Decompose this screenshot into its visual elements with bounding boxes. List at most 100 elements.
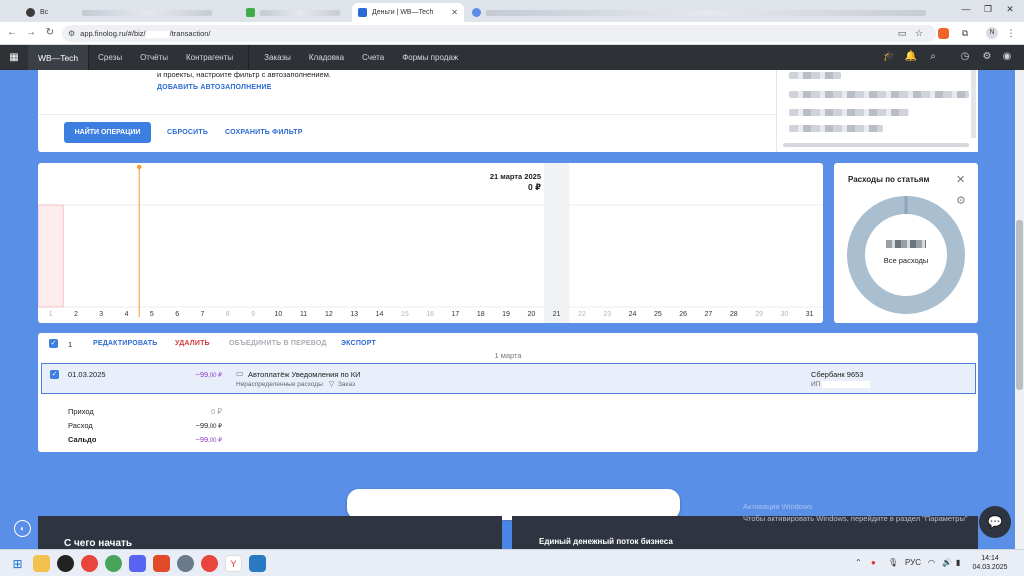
delete-button[interactable]: УДАЛИТЬ — [175, 340, 210, 347]
chart-tick-label: 23 — [603, 311, 612, 318]
chart-tick-label: 11 — [300, 311, 308, 318]
discord-icon[interactable] — [129, 555, 146, 572]
volume-icon[interactable]: 🔊 — [942, 558, 952, 567]
blurred-option — [789, 72, 841, 79]
nav-item-accounts[interactable]: Счета — [353, 53, 393, 62]
row-counterparty: ИП — [811, 381, 871, 388]
address-bar[interactable]: ⚙ app.finolog.ru/#/biz//transaction/ — [62, 25, 936, 42]
site-info-icon[interactable]: ⚙ — [68, 29, 75, 38]
chart-tick-label: 25 — [653, 311, 662, 318]
reset-filter-button[interactable]: СБРОСИТЬ — [167, 129, 208, 136]
app-icon[interactable] — [57, 555, 74, 572]
account-icon[interactable]: ◉ — [1000, 51, 1014, 62]
reload-icon[interactable]: ↻ — [43, 27, 57, 38]
url-text: app.finolog.ru/#/biz//transaction/ — [80, 29, 211, 38]
battery-icon[interactable]: ▮ — [956, 558, 960, 567]
chart-tick-label: 24 — [628, 311, 637, 318]
chart-tick-label: 17 — [451, 311, 460, 318]
dropdown-vertical-scrollbar[interactable] — [971, 70, 976, 138]
app-icon[interactable] — [153, 555, 170, 572]
app-icon[interactable] — [105, 555, 122, 572]
browser-tab[interactable] — [466, 3, 936, 22]
app-icon[interactable] — [177, 555, 194, 572]
taskbar-clock[interactable]: 14:14 04.03.2025 — [970, 554, 1010, 572]
browser-tab[interactable]: Вс — [20, 3, 74, 22]
minimize-icon[interactable]: — — [956, 4, 976, 14]
nav-item-counterparties[interactable]: Контрагенты — [177, 53, 242, 62]
tag-icon: ▽ — [329, 381, 335, 388]
table-row[interactable]: ✓ 01.03.2025 −99,00 ₽ ▭ Автоплатёж Уведо… — [41, 363, 976, 394]
chrome-icon[interactable] — [81, 555, 98, 572]
close-window-icon[interactable]: ✕ — [1000, 4, 1020, 15]
windows-activation-title: Активация Windows — [743, 502, 813, 511]
help-widget-icon[interactable]: ◐ — [14, 520, 31, 537]
education-cap-icon[interactable]: 🎓 — [882, 51, 896, 62]
browser-tab[interactable] — [240, 3, 350, 22]
nav-item-reports[interactable]: Отчёты — [131, 53, 177, 62]
chart-tick-label: 1 — [48, 311, 53, 318]
windows-start-icon[interactable]: ⊞ — [9, 555, 26, 572]
tray-expand-icon[interactable]: ⌃ — [855, 558, 862, 567]
close-icon[interactable]: ✕ — [956, 173, 965, 186]
nav-item-slices[interactable]: Срезы — [89, 53, 131, 62]
expense-value: −99,00 ₽ — [195, 421, 222, 430]
maximize-icon[interactable]: ❐ — [978, 4, 998, 15]
tray-app-icon[interactable]: ● — [871, 558, 876, 567]
timer-icon[interactable]: ◷ — [958, 51, 972, 62]
comment-icon: ▭ — [236, 369, 244, 378]
nav-item-storage[interactable]: Кладовка — [300, 53, 353, 62]
extensions-puzzle-icon[interactable]: ⧉ — [959, 28, 971, 39]
day-group-label: 1 марта — [494, 351, 522, 360]
bookmark-star-icon[interactable]: ☆ — [913, 28, 925, 39]
forward-arrow-icon[interactable]: → — [24, 27, 38, 38]
browser-tab[interactable] — [76, 3, 236, 22]
search-icon[interactable]: ⌕ — [926, 51, 940, 62]
nav-item-sales-forms[interactable]: Формы продаж — [393, 53, 467, 62]
back-arrow-icon[interactable]: ← — [5, 27, 19, 38]
app-icon[interactable] — [249, 555, 266, 572]
settings-gear-icon[interactable]: ⚙ — [980, 51, 994, 62]
chart-highlight-column[interactable] — [544, 163, 570, 323]
merge-to-transfer-button[interactable]: ОБЪЕДИНИТЬ В ПЕРЕВОД — [229, 340, 327, 347]
tab-label-blurred — [486, 9, 926, 16]
export-button[interactable]: ЭКСПОРТ — [341, 340, 376, 347]
row-description: Автоплатёж Уведомления по КИ — [248, 370, 361, 379]
filter-dropdown-list[interactable] — [776, 70, 978, 152]
microphone-icon[interactable]: 🎙 — [888, 558, 898, 567]
tab-close-icon[interactable]: ✕ — [451, 8, 458, 17]
profile-avatar[interactable]: N — [986, 27, 998, 39]
page-scrollbar-thumb[interactable] — [1016, 220, 1023, 390]
wifi-icon[interactable]: ◠ — [928, 558, 935, 567]
company-switcher[interactable]: WB—Tech — [28, 45, 90, 70]
add-autofill-link[interactable]: ДОБАВИТЬ АВТОЗАПОЛНЕНИЕ — [157, 84, 272, 91]
dropdown-scrollbar[interactable] — [783, 143, 969, 147]
blurred-option — [789, 109, 909, 116]
yandex-browser-icon[interactable]: Y — [225, 555, 242, 572]
find-operations-button[interactable]: НАЙТИ ОПЕРАЦИИ — [64, 122, 151, 143]
browser-menu-icon[interactable]: ⋮ — [1005, 28, 1017, 39]
file-explorer-icon[interactable] — [33, 555, 50, 572]
chat-support-icon[interactable]: 💬 — [979, 506, 1011, 538]
chart-bar-day-1[interactable] — [38, 204, 64, 308]
row-checkbox[interactable]: ✓ — [50, 370, 59, 379]
cast-icon[interactable]: ▭ — [896, 28, 908, 39]
select-all-checkbox[interactable]: ✓ — [49, 339, 58, 348]
blurred-option — [789, 125, 883, 132]
clock-date: 04.03.2025 — [972, 564, 1008, 571]
browser-tab-active[interactable]: Деньги | WB—Tech ✕ — [352, 3, 464, 22]
donut-chart[interactable] — [846, 195, 966, 315]
keyboard-language[interactable]: РУС — [905, 558, 921, 567]
edit-button[interactable]: РЕДАКТИРОВАТЬ — [93, 340, 157, 347]
apps-grid-icon[interactable]: ▦ — [0, 45, 28, 70]
extension-icon[interactable] — [938, 28, 949, 39]
chart-tick-label: 9 — [251, 311, 255, 318]
save-filter-button[interactable]: СОХРАНИТЬ ФИЛЬТР — [225, 129, 303, 136]
bell-icon[interactable]: 🔔 — [904, 51, 918, 62]
income-label: Приход — [68, 407, 94, 416]
filter-divider — [38, 114, 776, 115]
donut-ring[interactable] — [847, 196, 965, 314]
nav-item-orders[interactable]: Заказы — [255, 53, 300, 62]
chrome-icon[interactable] — [201, 555, 218, 572]
daily-chart: 21 марта 2025 0 ₽ 1 2 3 4 5 6 7 8 9 10 11 12 13 14 15 1… — [38, 163, 823, 323]
footer-accent-strip — [502, 522, 512, 549]
